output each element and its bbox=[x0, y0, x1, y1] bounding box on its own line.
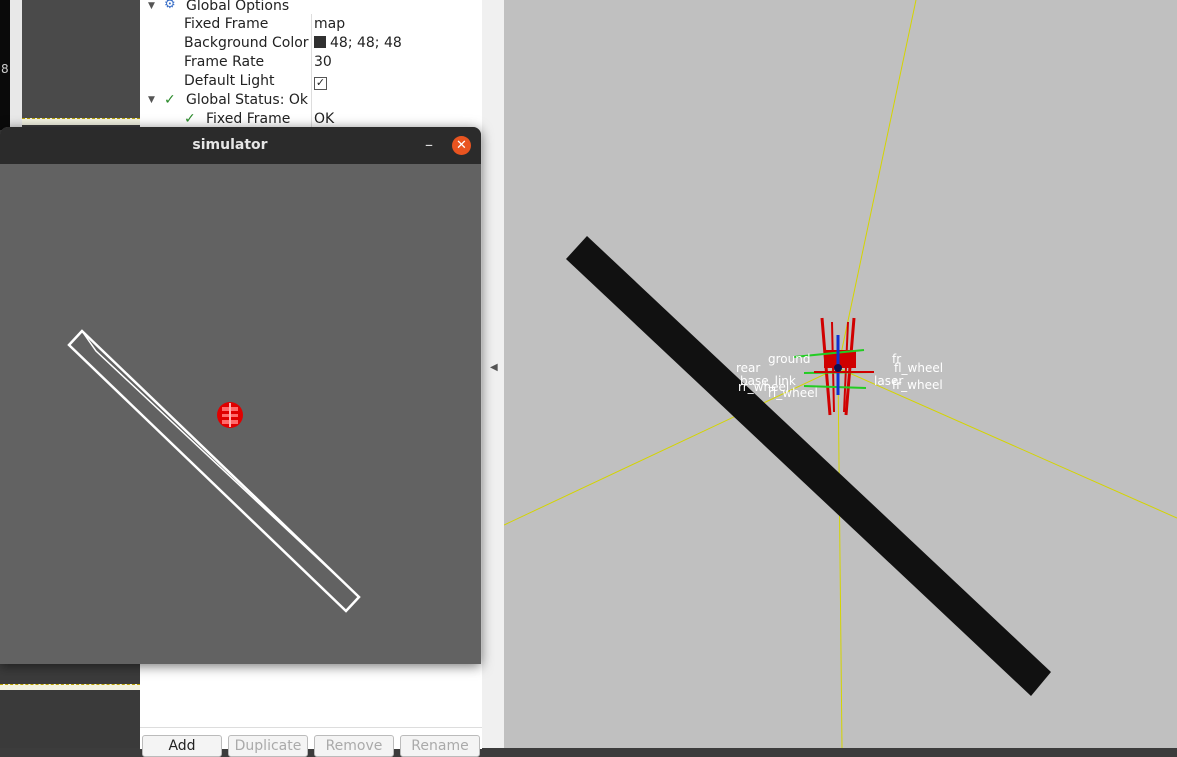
tree-value-color[interactable]: 48; 48; 48 bbox=[314, 34, 402, 53]
tf-label: fl_wheel bbox=[894, 361, 944, 375]
expand-arrow-icon[interactable]: ▼ bbox=[148, 0, 155, 16]
grid-line bbox=[837, 0, 917, 369]
robot-marker bbox=[217, 402, 243, 428]
simulator-window[interactable]: simulator – ✕ bbox=[0, 127, 481, 664]
tree-label: Frame Rate bbox=[184, 54, 265, 70]
tf-label: rl_wheel bbox=[768, 386, 818, 400]
tf-label: rear bbox=[736, 361, 761, 375]
default-light-checkbox[interactable]: ✓ bbox=[314, 72, 327, 91]
collapse-arrow-icon[interactable]: ◀ bbox=[490, 362, 498, 373]
grid-line bbox=[837, 367, 1177, 519]
3d-scene bbox=[504, 0, 1177, 748]
tree-label: Default Light bbox=[184, 73, 275, 89]
robot-tf-frames bbox=[793, 317, 874, 416]
tf-label: ground bbox=[768, 352, 811, 366]
left-scrollbar[interactable] bbox=[10, 0, 22, 130]
close-button[interactable]: ✕ bbox=[452, 136, 471, 155]
tree-value[interactable]: map bbox=[314, 15, 345, 34]
tree-button-bar: Add Duplicate Remove Rename bbox=[140, 727, 482, 757]
expand-arrow-icon[interactable]: ▼ bbox=[148, 91, 155, 110]
tree-label: Global Options bbox=[186, 0, 290, 14]
left-separator-top bbox=[22, 118, 140, 125]
tree-value[interactable]: 30 bbox=[314, 53, 332, 72]
tree-row-global-status[interactable]: ▼ ✓ Global Status: Ok bbox=[140, 91, 482, 110]
obstacle-wall bbox=[566, 236, 1051, 696]
tf-label: fr_wheel bbox=[892, 378, 943, 392]
panel-splitter[interactable] bbox=[482, 0, 504, 748]
duplicate-button[interactable]: Duplicate bbox=[228, 735, 308, 757]
add-button[interactable]: Add bbox=[142, 735, 222, 757]
tree-row-frame-rate[interactable]: Frame Rate 30 bbox=[140, 53, 482, 72]
tree-label: Background Color bbox=[184, 35, 309, 51]
left-inner-panel bbox=[22, 0, 140, 118]
3d-view[interactable]: ground fr fl_wheel rear base_link laser … bbox=[504, 0, 1177, 748]
tree-row-background-color[interactable]: Background Color 48; 48; 48 bbox=[140, 34, 482, 53]
minimize-button[interactable]: – bbox=[420, 133, 438, 157]
remove-button[interactable]: Remove bbox=[314, 735, 394, 757]
check-icon: ✓ bbox=[164, 92, 176, 108]
checkbox-mark[interactable]: ✓ bbox=[314, 77, 327, 90]
color-swatch[interactable] bbox=[314, 36, 326, 48]
tree-row-global-options[interactable]: ▼ ⚙ Global Options bbox=[140, 0, 482, 16]
simulator-titlebar[interactable]: simulator – ✕ bbox=[0, 127, 481, 164]
left-bottom-panel bbox=[0, 690, 140, 748]
rename-button[interactable]: Rename bbox=[400, 735, 480, 757]
left-scroll-number: 8 bbox=[1, 62, 9, 76]
tree-label: Fixed Frame bbox=[184, 16, 269, 32]
tree-row-default-light[interactable]: Default Light ✓ bbox=[140, 72, 482, 91]
window-title: simulator bbox=[192, 137, 268, 153]
color-value-text: 48; 48; 48 bbox=[330, 35, 402, 51]
tree-row-fixed-frame[interactable]: Fixed Frame map bbox=[140, 15, 482, 34]
grid-line bbox=[837, 367, 843, 748]
obstacle-outline bbox=[67, 329, 361, 613]
simulator-canvas bbox=[67, 329, 361, 613]
tree-label: Global Status: Ok bbox=[186, 92, 309, 108]
gear-icon: ⚙ bbox=[164, 0, 176, 12]
